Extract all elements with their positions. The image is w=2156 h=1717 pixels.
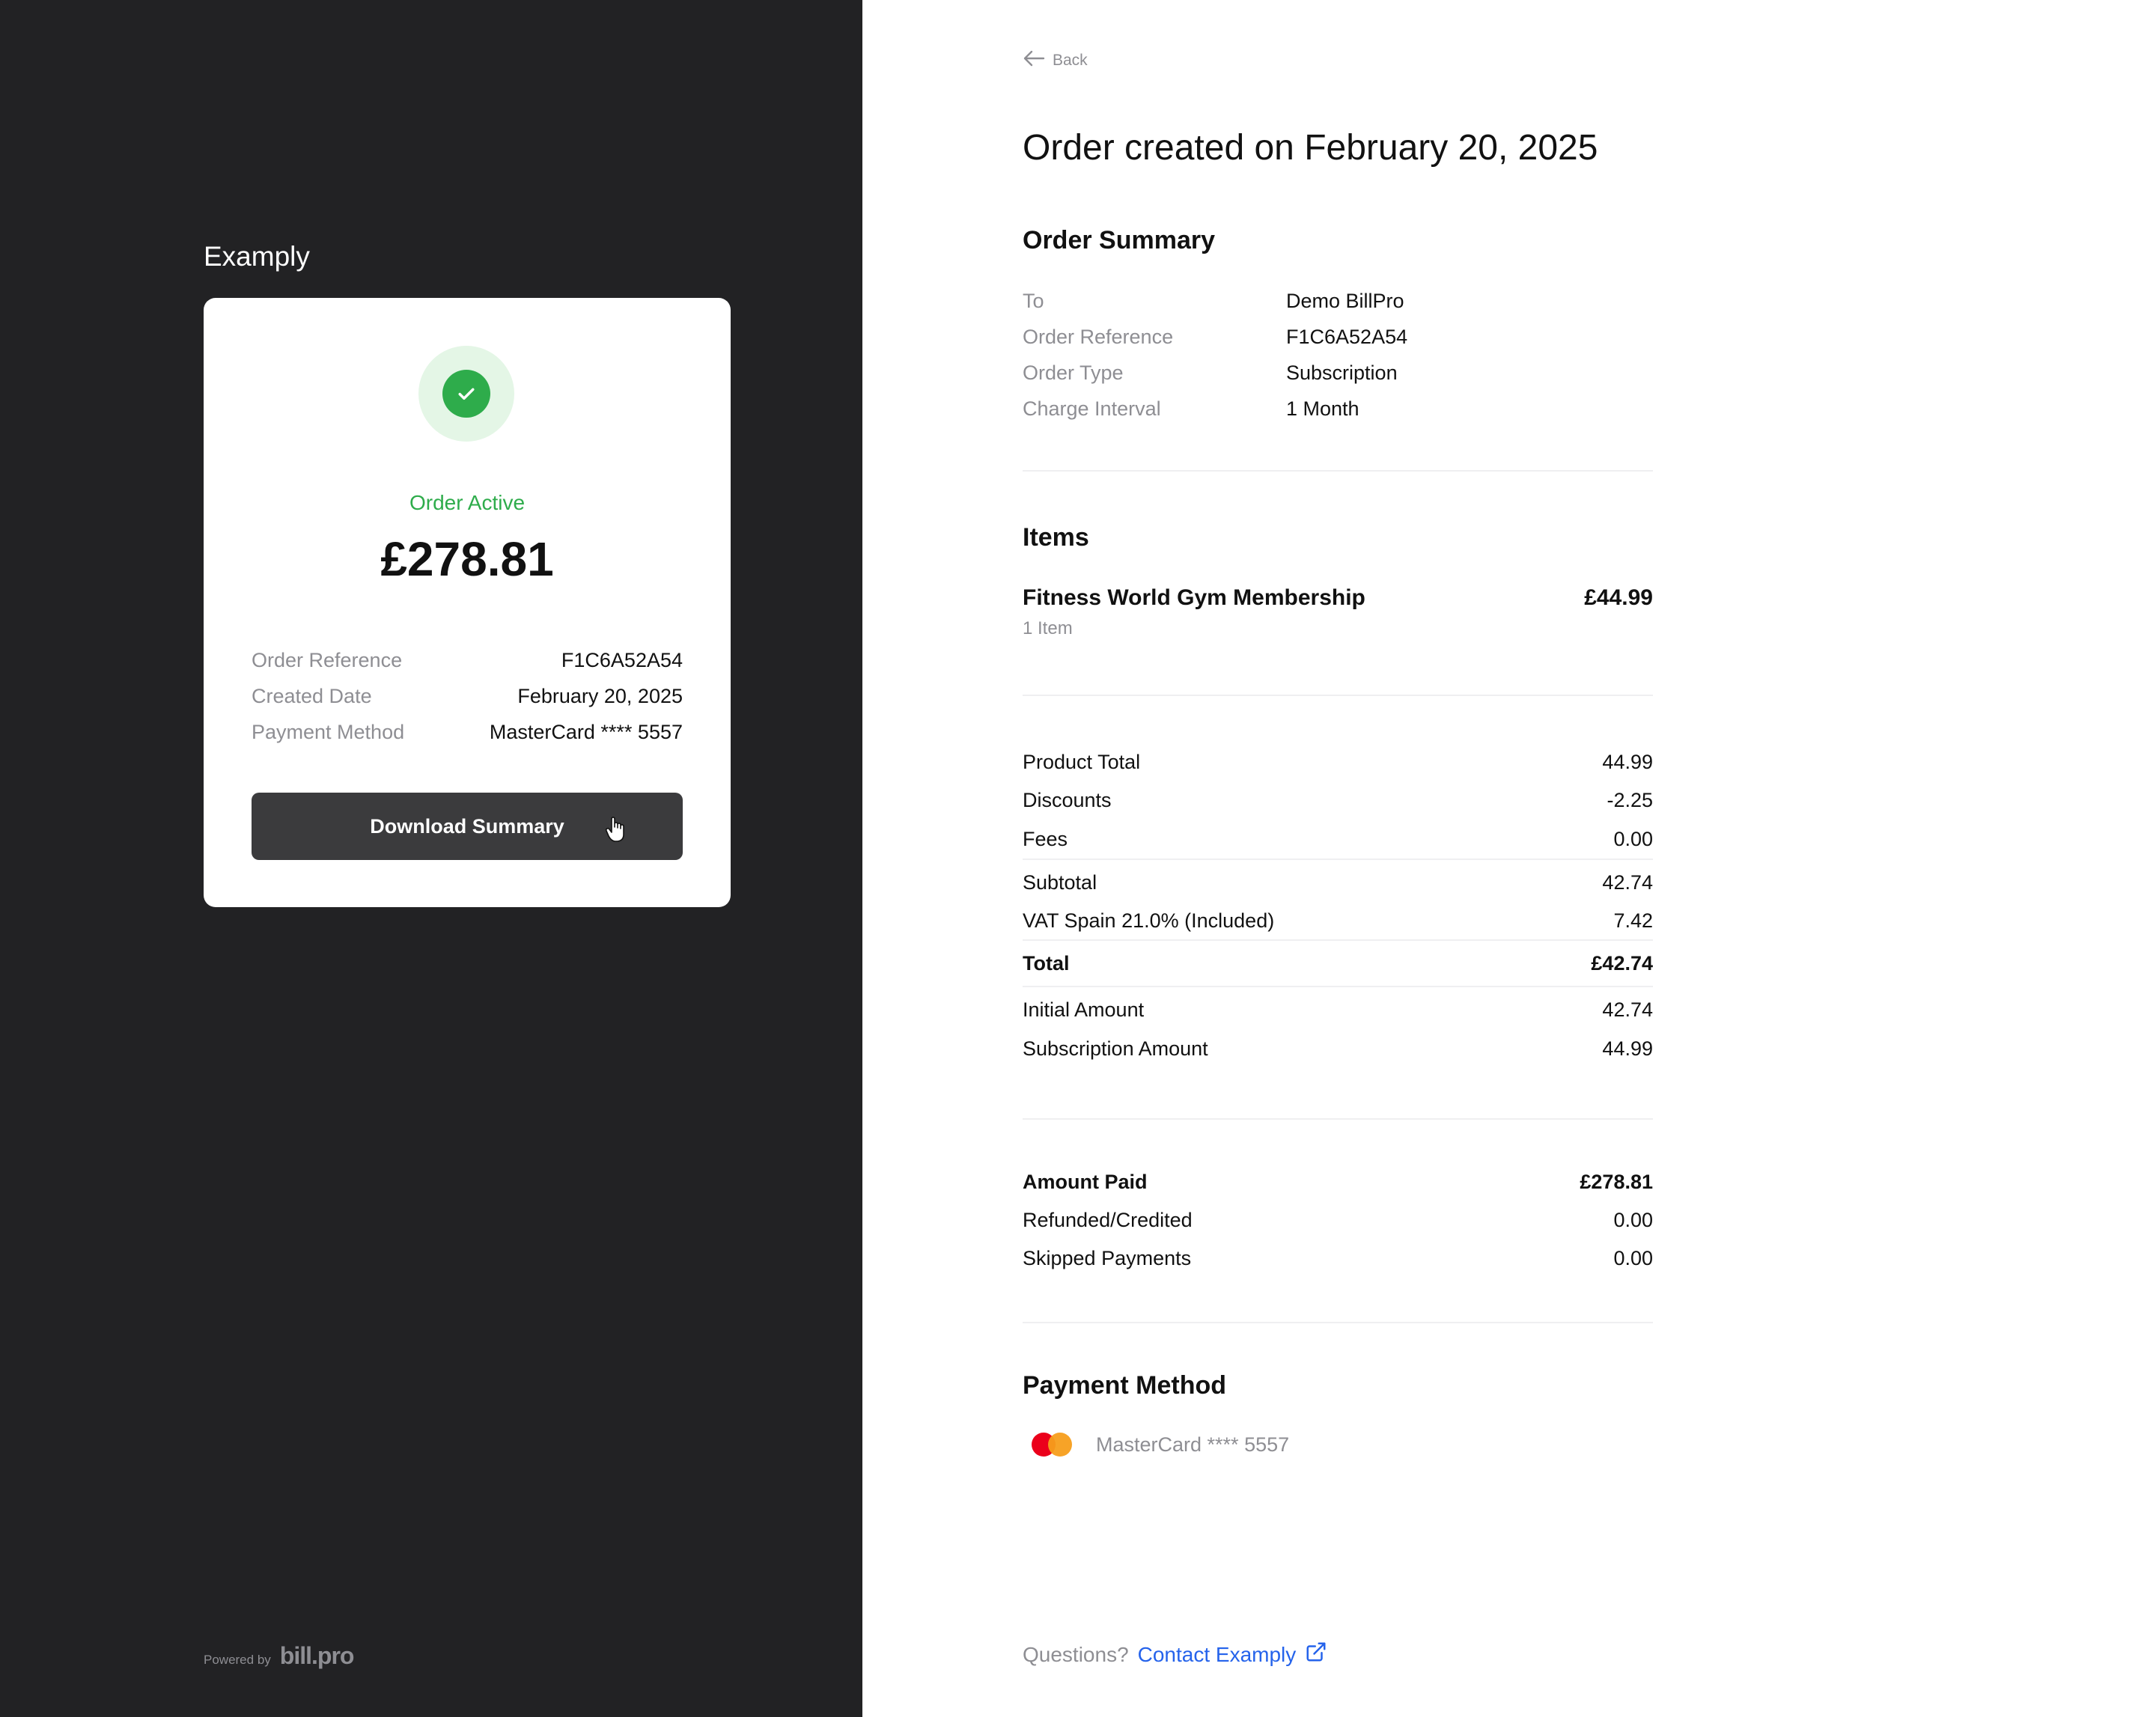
summary-value: 1 Month [1286, 397, 1359, 420]
totals-separator [1023, 858, 1653, 860]
left-panel: Examply Order Active £278.81 Order Refer… [0, 0, 862, 1717]
totals-row-subscription-amount: Subscription Amount 44.99 [1023, 1032, 1653, 1065]
divider [1023, 1118, 1653, 1120]
totals-label: Discounts [1023, 789, 1112, 811]
back-link[interactable]: Back [1023, 49, 1088, 72]
payments-row-refunded: Refunded/Credited 0.00 [1023, 1201, 1653, 1239]
totals-row-subtotal: Subtotal 42.74 [1023, 863, 1653, 902]
summary-value: Subscription [1286, 361, 1398, 384]
summary-label: Charge Interval [1023, 397, 1161, 420]
card-row-created-date: Created Date February 20, 2025 [252, 678, 683, 714]
order-status-card: Order Active £278.81 Order Reference F1C… [204, 298, 731, 907]
payments-value: 0.00 [1613, 1247, 1653, 1269]
contact-link[interactable]: Contact Examply [1138, 1643, 1297, 1667]
totals-label: Total [1023, 951, 1070, 975]
payment-method-card: MasterCard **** 5557 [1096, 1433, 1290, 1456]
summary-value: F1C6A52A54 [1286, 325, 1408, 348]
totals-label: Fees [1023, 827, 1068, 850]
divider [1023, 695, 1653, 696]
totals-row-total: Total £42.74 [1023, 941, 1653, 986]
questions-label: Questions? [1023, 1642, 1129, 1666]
payments-row-amount-paid: Amount Paid £278.81 [1023, 1163, 1653, 1201]
payments-label: Skipped Payments [1023, 1247, 1192, 1269]
summary-row-order-type: Order Type Subscription [1023, 355, 1407, 391]
summary-value: Demo BillPro [1286, 289, 1404, 312]
totals-label: VAT Spain 21.0% (Included) [1023, 909, 1275, 932]
check-circle-icon [442, 370, 490, 418]
payments-label: Refunded/Credited [1023, 1209, 1193, 1231]
page-title: Order created on February 20, 2025 [1023, 128, 1598, 168]
order-amount: £278.81 [380, 532, 554, 586]
card-row-payment-method: Payment Method MasterCard **** 5557 [252, 714, 683, 750]
items-heading: Items [1023, 523, 1089, 552]
card-row-value: MasterCard **** 5557 [489, 720, 683, 743]
totals-row-product-total: Product Total 44.99 [1023, 742, 1653, 781]
card-row-order-reference: Order Reference F1C6A52A54 [252, 642, 683, 678]
totals-label: Subtotal [1023, 870, 1097, 894]
powered-by: Powered by bill.pro [204, 1642, 355, 1670]
totals-value: £42.74 [1591, 951, 1653, 975]
summary-label: To [1023, 289, 1044, 312]
divider [1023, 470, 1653, 472]
totals-label: Initial Amount [1023, 998, 1145, 1021]
external-link-icon[interactable] [1305, 1641, 1327, 1668]
mastercard-icon [1032, 1433, 1075, 1457]
arrow-left-icon [1023, 49, 1045, 72]
summary-label: Order Type [1023, 361, 1124, 384]
card-details: Order Reference F1C6A52A54 Created Date … [252, 642, 683, 750]
totals-value: 0.00 [1613, 827, 1653, 850]
order-summary: To Demo BillPro Order Reference F1C6A52A… [1023, 283, 1407, 427]
merchant-name: Examply [204, 241, 310, 272]
back-label: Back [1053, 52, 1088, 69]
card-row-value: F1C6A52A54 [561, 648, 683, 671]
divider [1023, 1322, 1653, 1323]
payment-method-heading: Payment Method [1023, 1371, 1227, 1400]
totals-value: -2.25 [1607, 789, 1653, 811]
summary-label: Order Reference [1023, 325, 1174, 348]
summary-row-order-reference: Order Reference F1C6A52A54 [1023, 319, 1407, 355]
totals-row-fees: Fees 0.00 [1023, 820, 1653, 858]
order-status-text: Order Active [409, 491, 526, 514]
powered-by-label: Powered by [204, 1653, 271, 1667]
status-badge [418, 346, 514, 442]
totals-row-initial-amount: Initial Amount 42.74 [1023, 987, 1653, 1032]
billpro-logo: bill.pro [279, 1642, 355, 1669]
payments-value: 0.00 [1613, 1209, 1653, 1231]
totals-value: 7.42 [1613, 909, 1653, 932]
totals-row-vat: VAT Spain 21.0% (Included) 7.42 [1023, 902, 1653, 939]
totals-value: 44.99 [1602, 750, 1653, 773]
card-row-label: Created Date [252, 684, 372, 707]
summary-row-to: To Demo BillPro [1023, 283, 1407, 319]
item-price: £44.99 [1584, 585, 1653, 610]
card-row-label: Payment Method [252, 720, 405, 743]
payments-value: £278.81 [1580, 1171, 1653, 1193]
order-summary-heading: Order Summary [1023, 226, 1215, 254]
totals-label: Subscription Amount [1023, 1037, 1208, 1060]
item-quantity: 1 Item [1023, 618, 1073, 638]
hand-pointer-icon [605, 817, 627, 847]
card-row-label: Order Reference [252, 648, 403, 671]
payment-method-row: MasterCard **** 5557 [1023, 1433, 1289, 1457]
totals-label: Product Total [1023, 750, 1141, 773]
totals-value: 42.74 [1602, 998, 1653, 1021]
payments-breakdown: Amount Paid £278.81 Refunded/Credited 0.… [1023, 1163, 1653, 1278]
payments-label: Amount Paid [1023, 1171, 1148, 1193]
summary-row-charge-interval: Charge Interval 1 Month [1023, 391, 1407, 427]
item-name: Fitness World Gym Membership [1023, 585, 1365, 610]
footer: Questions? Contact Examply [1023, 1641, 1327, 1668]
card-row-value: February 20, 2025 [517, 684, 683, 707]
totals-row-discounts: Discounts -2.25 [1023, 781, 1653, 820]
totals-value: 44.99 [1602, 1037, 1653, 1060]
list-item: Fitness World Gym Membership £44.99 1 It… [1023, 585, 1653, 639]
totals-value: 42.74 [1602, 870, 1653, 894]
payments-row-skipped: Skipped Payments 0.00 [1023, 1239, 1653, 1278]
totals-breakdown: Product Total 44.99 Discounts -2.25 Fees… [1023, 742, 1653, 1065]
